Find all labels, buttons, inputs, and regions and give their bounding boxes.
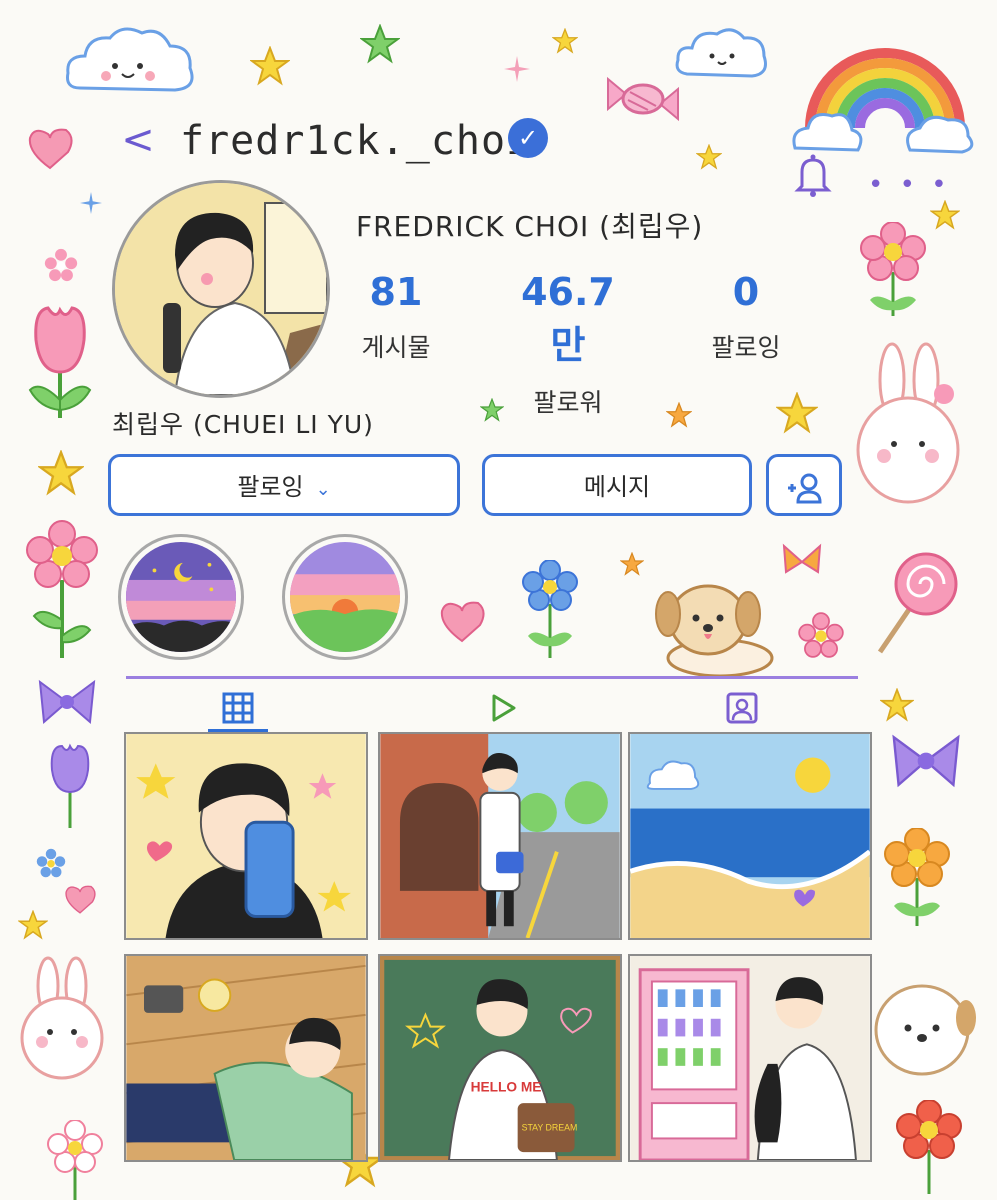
- star-icon: [666, 402, 692, 428]
- chevron-left-icon: <: [121, 117, 155, 163]
- star-icon: [776, 392, 818, 434]
- star-icon: [552, 28, 578, 54]
- flower-icon: [522, 560, 578, 658]
- stat-posts-label: 게시물: [361, 333, 431, 362]
- add-person-icon: [788, 473, 822, 504]
- cloud-icon: [66, 27, 194, 92]
- post-tile[interactable]: HELLO ME STAY DREAM: [378, 954, 622, 1162]
- stat-posts[interactable]: 81 게시물: [336, 270, 456, 364]
- story-highlight-night-sky[interactable]: [118, 534, 244, 660]
- star-icon: [480, 398, 504, 422]
- post-lying-down: [126, 956, 366, 1160]
- more-dots-icon[interactable]: • • •: [868, 170, 951, 200]
- flower-icon: [36, 848, 66, 878]
- following-button[interactable]: 팔로잉 ⌄: [108, 454, 460, 516]
- verified-badge-icon: ✓: [508, 118, 548, 158]
- rainbow-icon: [792, 48, 974, 154]
- stat-following-label: 팔로잉: [711, 333, 781, 362]
- post-tile[interactable]: [628, 954, 872, 1162]
- tulip-icon: [50, 743, 90, 828]
- avatar-illustration: [115, 183, 327, 395]
- tabs-divider: [126, 676, 858, 679]
- flower-icon: [26, 520, 98, 658]
- post-mirror-selfie: [126, 734, 366, 938]
- star-icon: [880, 688, 914, 722]
- display-name: FREDRICK CHOI (최립우): [356, 210, 704, 243]
- stat-followers-label: 팔로워: [533, 388, 603, 417]
- post-tile[interactable]: [378, 732, 622, 940]
- bunny-icon: [856, 342, 960, 504]
- post-bag-text: STAY DREAM: [522, 1123, 578, 1133]
- star-icon: [696, 144, 722, 170]
- puppy-icon: [874, 984, 976, 1076]
- profile-username: fredr1ck._choi: [180, 118, 532, 164]
- post-street-walk: [380, 734, 620, 938]
- message-button[interactable]: 메시지: [482, 454, 752, 516]
- flower-icon: [798, 612, 844, 658]
- night-sky-highlight: [126, 542, 236, 652]
- post-tile[interactable]: [628, 732, 872, 940]
- message-button-label: 메시지: [583, 473, 651, 501]
- post-shirt-text: HELLO ME: [471, 1079, 542, 1094]
- reels-play-icon[interactable]: [484, 690, 520, 726]
- star-icon: [360, 24, 400, 64]
- stat-posts-value: 81: [369, 270, 423, 314]
- flower-icon: [860, 222, 926, 316]
- tagged-person-icon[interactable]: [724, 690, 760, 726]
- flower-icon: [884, 828, 950, 926]
- add-person-button[interactable]: [766, 454, 842, 516]
- puppy-icon: [655, 584, 774, 678]
- sunset-highlight: [290, 542, 400, 652]
- stat-following-value: 0: [732, 270, 760, 314]
- flower-icon: [44, 248, 78, 282]
- star-icon: [38, 450, 84, 496]
- post-vending-machine: [630, 956, 870, 1160]
- chevron-down-icon: ⌄: [315, 479, 331, 500]
- heart-icon: [440, 601, 485, 643]
- following-button-label: 팔로잉: [237, 473, 304, 501]
- post-chalkboard: HELLO ME STAY DREAM: [380, 956, 620, 1160]
- post-tile[interactable]: [124, 954, 368, 1162]
- stat-followers[interactable]: 46.7만 팔로워: [508, 270, 628, 419]
- bio-name: 최립우 (CHUEI LI YU): [112, 410, 374, 439]
- sparkle-icon: [80, 192, 102, 214]
- avatar[interactable]: [112, 180, 330, 398]
- flower-icon: [47, 1120, 103, 1200]
- butterfly-icon: [782, 543, 822, 574]
- star-icon: [250, 46, 290, 86]
- stat-followers-value: 46.7만: [521, 270, 615, 367]
- bow-icon: [38, 679, 96, 725]
- bunny-icon: [20, 956, 104, 1080]
- heart-icon: [28, 128, 73, 170]
- story-highlight-sunset[interactable]: [282, 534, 408, 660]
- tulip-icon: [28, 306, 92, 418]
- post-tile[interactable]: [124, 732, 368, 940]
- back-button[interactable]: <: [118, 118, 158, 162]
- sparkle-icon: [504, 56, 530, 82]
- star-icon: [930, 200, 960, 230]
- star-icon: [620, 552, 644, 576]
- candy-icon: [607, 76, 679, 122]
- star-icon: [18, 910, 48, 940]
- flower-icon: [896, 1100, 962, 1194]
- stat-following[interactable]: 0 팔로잉: [686, 270, 806, 364]
- bow-icon: [892, 734, 960, 788]
- grid-icon[interactable]: [220, 690, 256, 726]
- lollipop-icon: [877, 552, 958, 654]
- heart-icon: [65, 885, 96, 914]
- bell-icon[interactable]: [790, 152, 836, 198]
- post-beach: [630, 734, 870, 938]
